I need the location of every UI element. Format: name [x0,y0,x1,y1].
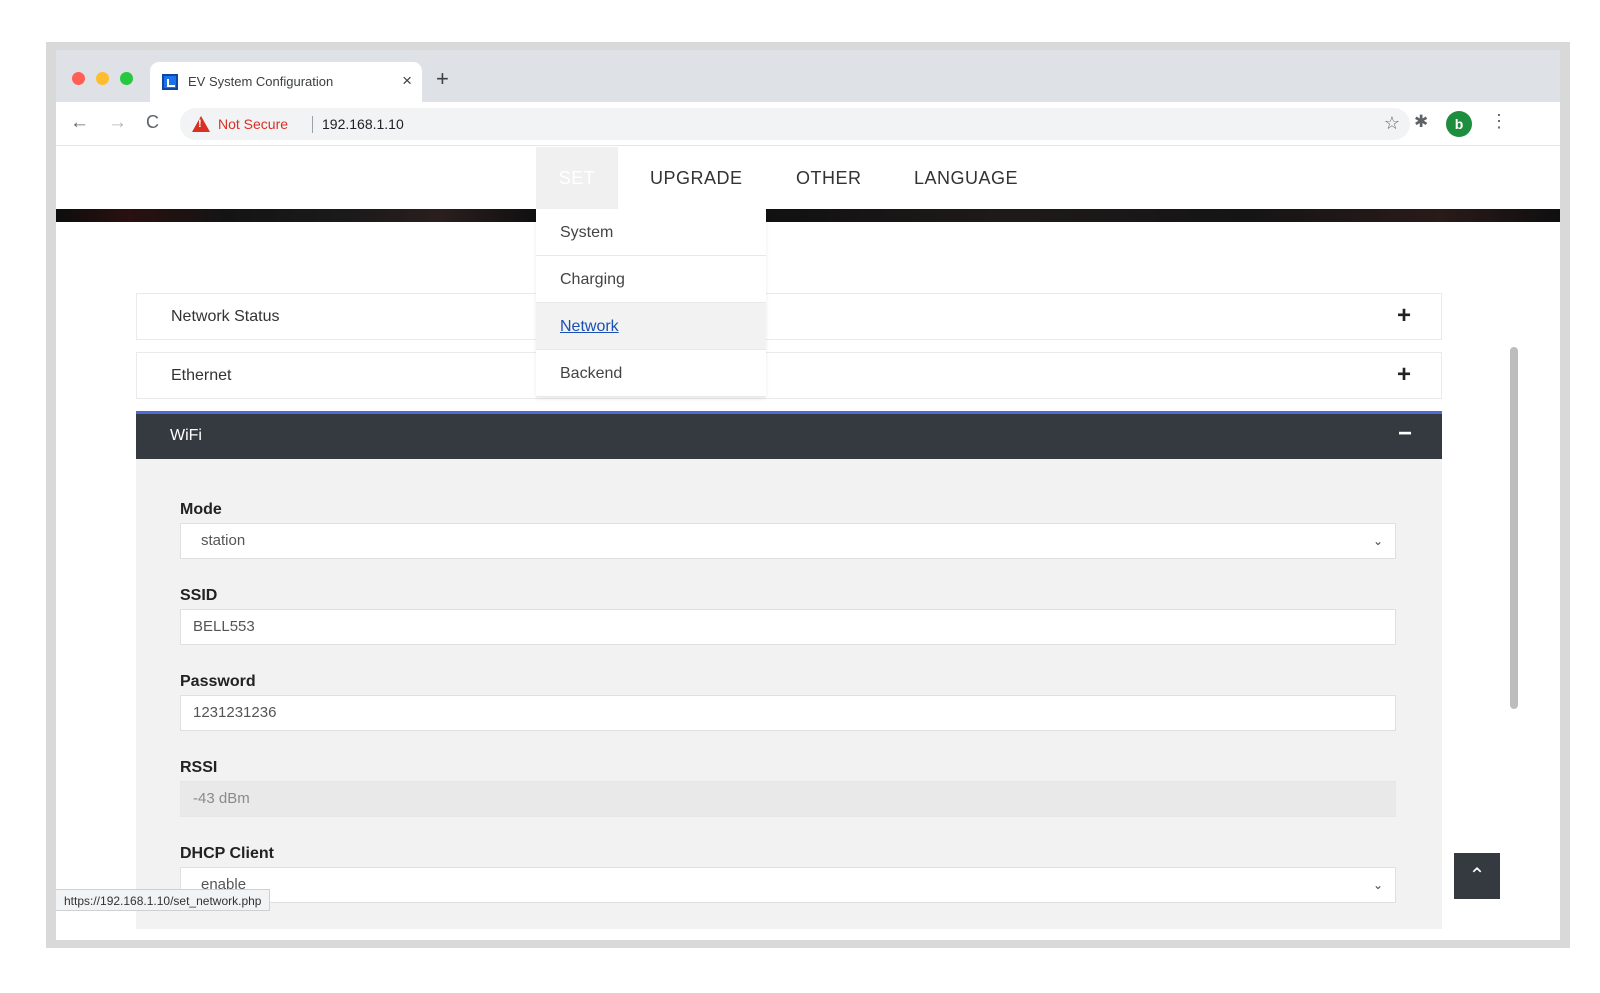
menu-item-system[interactable]: System [536,209,766,256]
ethernet-section-header[interactable]: Ethernet + [136,352,1442,399]
close-tab-icon[interactable]: × [402,71,412,91]
site-favicon-icon [162,74,178,90]
wifi-section-body: Mode station ⌄ SSID BELL553 Password 123… [136,459,1442,929]
section-title: Network Status [171,308,280,325]
set-dropdown-menu: System Charging Network Backend [536,209,766,397]
password-label: Password [180,673,256,690]
nav-upgrade[interactable]: UPGRADE [650,147,743,209]
mode-label: Mode [180,501,222,518]
forward-arrow-icon[interactable]: → [108,112,127,134]
page-scrollbar[interactable] [1510,347,1518,709]
menu-item-backend[interactable]: Backend [536,350,766,397]
url-text[interactable]: 192.168.1.10 [322,116,404,132]
settings-accordion: Network Status + Ethernet + WiFi − Mode … [136,293,1442,929]
expand-plus-icon[interactable]: + [1397,361,1411,389]
reload-icon[interactable]: C [146,112,159,133]
profile-avatar[interactable]: b [1446,111,1472,137]
rssi-readonly-field: -43 dBm [180,781,1396,817]
chevron-down-icon: ⌄ [1372,534,1383,548]
nav-other[interactable]: OTHER [796,147,862,209]
top-navigation: SET UPGRADE OTHER LANGUAGE [56,147,1560,209]
header-banner-right [766,209,1560,222]
header-banner-left [56,209,536,222]
chevron-down-icon: ⌄ [1372,878,1383,892]
dhcp-client-label: DHCP Client [180,845,274,862]
status-bar-url: https://192.168.1.10/set_network.php [56,889,271,911]
address-bar[interactable]: Not Secure 192.168.1.10 ☆ [180,108,1410,140]
browser-menu-icon[interactable]: ⋮ [1490,111,1508,132]
dhcp-client-select[interactable]: enable ⌄ [180,867,1396,903]
ssid-input[interactable]: BELL553 [180,609,1396,645]
minimize-window-button[interactable] [96,72,109,85]
wifi-section-header[interactable]: WiFi − [136,411,1442,459]
nav-set[interactable]: SET [536,147,618,209]
network-status-section-header[interactable]: Network Status + [136,293,1442,340]
new-tab-button[interactable]: + [436,68,449,90]
collapse-minus-icon[interactable]: − [1398,420,1412,448]
mode-value: station [201,532,246,549]
back-arrow-icon[interactable]: ← [70,112,89,134]
back-to-top-button[interactable]: ⌃ [1454,853,1500,899]
web-page: SET UPGRADE OTHER LANGUAGE System Chargi… [56,147,1560,940]
close-window-button[interactable] [72,72,85,85]
browser-toolbar: ← → C Not Secure 192.168.1.10 ☆ ✱ b ⋮ [56,102,1560,146]
rssi-label: RSSI [180,759,218,776]
bookmark-star-icon[interactable]: ☆ [1384,113,1400,134]
section-title: WiFi [170,427,202,444]
tab-title: EV System Configuration [188,74,334,89]
menu-item-network[interactable]: Network [536,303,766,350]
menu-item-charging[interactable]: Charging [536,256,766,303]
maximize-window-button[interactable] [120,72,133,85]
security-status[interactable]: Not Secure [218,116,288,132]
tab-strip: EV System Configuration × + [56,50,1560,102]
nav-language[interactable]: LANGUAGE [914,147,1018,209]
section-title: Ethernet [171,367,232,384]
address-separator [312,116,313,133]
ssid-label: SSID [180,587,218,604]
screenshot-frame: EV System Configuration × + ← → C Not Se… [46,42,1570,948]
mode-select[interactable]: station ⌄ [180,523,1396,559]
expand-plus-icon[interactable]: + [1397,302,1411,330]
warning-triangle-icon [192,116,210,132]
browser-window: EV System Configuration × + ← → C Not Se… [56,50,1560,940]
extensions-puzzle-icon[interactable]: ✱ [1414,112,1428,132]
browser-tab[interactable]: EV System Configuration × [150,62,422,102]
password-input[interactable]: 1231231236 [180,695,1396,731]
